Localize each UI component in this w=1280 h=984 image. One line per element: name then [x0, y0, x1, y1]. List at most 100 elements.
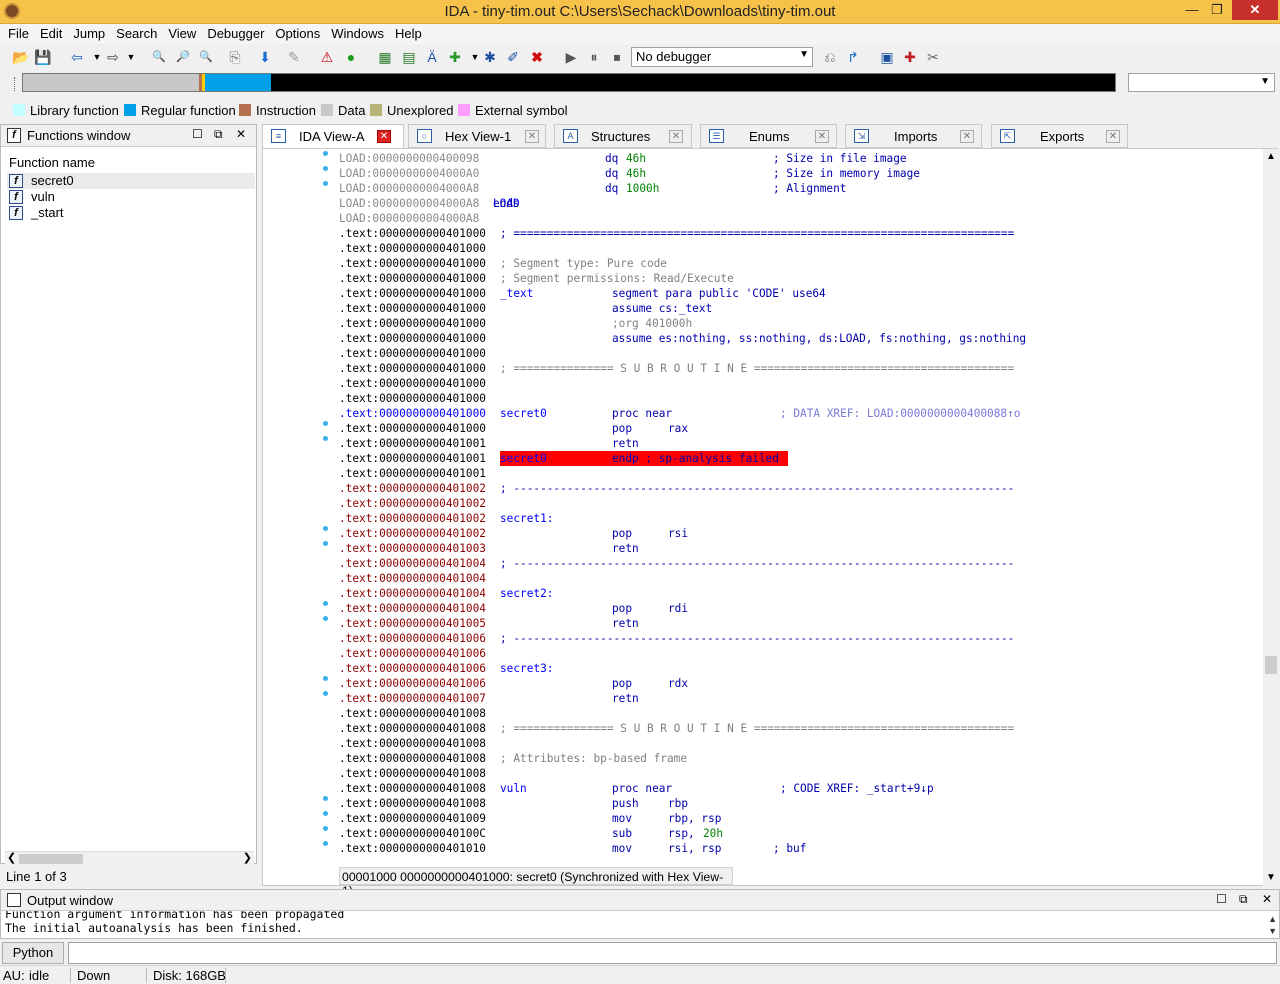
disasm-line[interactable]: .text:0000000000401006 [339, 646, 1261, 661]
menu-help[interactable]: Help [395, 24, 422, 41]
forward-dropdown-icon[interactable]: ▼ [122, 48, 140, 66]
function-item-secret0[interactable]: f secret0 [7, 173, 255, 189]
disasm-line[interactable]: .text:0000000000401000 [339, 376, 1261, 391]
disasm-line[interactable]: .text:0000000000401008 ; =============== … [339, 721, 1261, 736]
menu-debugger[interactable]: Debugger [207, 24, 264, 41]
disasm-line[interactable]: .text:0000000000401000 [339, 391, 1261, 406]
disasm-line[interactable]: .text:0000000000401000 ; Segment type: Pu… [339, 256, 1261, 271]
close-window-button[interactable]: ✕ [1232, 0, 1278, 20]
disasm-line[interactable]: .text:0000000000401001 secret0 endp ; sp-a… [339, 451, 1261, 466]
undefine-icon[interactable]: ✖ [528, 48, 546, 66]
debugger-attach-icon[interactable]: ⎌ [821, 48, 839, 66]
add-breakpoint-icon[interactable]: ✚ [901, 48, 919, 66]
pane-minimize-icon[interactable]: ☐ [1216, 892, 1227, 906]
disasm-line[interactable]: .text:0000000000401004 [339, 571, 1261, 586]
scroll-down-icon[interactable]: ▼ [1266, 872, 1276, 883]
debugger-detach-icon[interactable]: ↱ [844, 48, 862, 66]
disasm-line[interactable]: .text:0000000000401006 pop rdx [339, 676, 1261, 691]
function-item-start[interactable]: f _start [7, 205, 255, 221]
analysis-green-icon[interactable]: ● [342, 48, 360, 66]
disasm-line[interactable]: .text:0000000000401000 [339, 241, 1261, 256]
function-icon[interactable]: ✱ [481, 48, 499, 66]
create-string-icon[interactable]: Ä [423, 48, 441, 66]
navigation-band[interactable] [22, 73, 1116, 92]
scrollbar-thumb[interactable] [1265, 656, 1277, 674]
disasm-line[interactable]: .text:0000000000401000 secret0 proc near ; … [339, 406, 1261, 421]
disasm-line[interactable]: LOAD:00000000004000A8 LOAD ends [339, 196, 1261, 211]
play-icon[interactable]: ▶ [562, 48, 580, 66]
disasm-line[interactable]: .text:0000000000401008 ; Attributes: bp-b… [339, 751, 1261, 766]
disasm-line[interactable]: .text:0000000000401002 [339, 496, 1261, 511]
disasm-line[interactable]: LOAD:00000000004000A8 [339, 211, 1261, 226]
output-text[interactable]: Function argument information has been p… [5, 911, 1259, 939]
disasm-line[interactable]: .text:0000000000401002 pop rsi [339, 526, 1261, 541]
forward-arrow-icon[interactable]: ⇨ [104, 48, 122, 66]
tab-close-icon[interactable]: ✕ [669, 130, 683, 143]
disassembly-vertical-scrollbar[interactable]: ▲ ▼ [1263, 149, 1279, 887]
disasm-line[interactable]: LOAD:0000000000400098 dq 46h ; Size in file… [339, 151, 1261, 166]
open-folder-icon[interactable]: 📂 [12, 48, 30, 66]
disasm-line[interactable]: .text:0000000000401009 mov rbp, rsp [339, 811, 1261, 826]
create-data-icon[interactable]: ▤ [400, 48, 418, 66]
scroll-up-icon[interactable]: ▲ [1266, 151, 1276, 162]
disasm-line[interactable]: .text:000000000040100C sub rsp, 20h [339, 826, 1261, 841]
tab-imports[interactable]: ⇲ Imports ✕ [845, 124, 982, 148]
disasm-line[interactable]: .text:0000000000401001 retn [339, 436, 1261, 451]
back-arrow-icon[interactable]: ⇦ [68, 48, 86, 66]
disasm-line[interactable]: .text:0000000000401008 [339, 736, 1261, 751]
scrollbar-thumb[interactable] [19, 854, 83, 864]
tab-enums[interactable]: ☰ Enums ✕ [700, 124, 837, 148]
disasm-line[interactable]: .text:0000000000401003 retn [339, 541, 1261, 556]
functions-horizontal-scrollbar[interactable]: ❮ ❯ [5, 851, 254, 865]
disasm-line[interactable]: .text:0000000000401008 push rbp [339, 796, 1261, 811]
function-name-column-header[interactable]: Function name [9, 155, 95, 170]
pane-close-icon[interactable]: ✕ [1262, 892, 1272, 906]
scroll-right-icon[interactable]: ❯ [243, 851, 252, 864]
tab-close-icon[interactable]: ✕ [377, 130, 391, 143]
disasm-line[interactable]: .text:0000000000401010 mov rsi, rsp ; buf [339, 841, 1261, 856]
disasm-line[interactable]: .text:0000000000401002 ; ----------------… [339, 481, 1261, 496]
save-icon[interactable]: 💾 [34, 48, 52, 66]
tab-close-icon[interactable]: ✕ [525, 130, 539, 143]
delete-breakpoint-icon[interactable]: ✂ [924, 48, 942, 66]
search-text-icon[interactable]: 🔎 [174, 48, 192, 66]
edit-function-icon[interactable]: ✐ [504, 48, 522, 66]
disasm-line[interactable]: .text:0000000000401008 vuln proc near ; COD… [339, 781, 1261, 796]
disasm-line[interactable]: .text:0000000000401000 _text segment para … [339, 286, 1261, 301]
function-item-vuln[interactable]: f vuln [7, 189, 255, 205]
disasm-line[interactable]: .text:0000000000401008 [339, 706, 1261, 721]
python-command-input[interactable] [68, 942, 1277, 964]
disasm-line[interactable]: .text:0000000000401000 ; ================… [339, 226, 1261, 241]
disasm-line[interactable]: .text:0000000000401004 ; ----------------… [339, 556, 1261, 571]
stop-icon[interactable]: ⏹ [608, 48, 626, 66]
breakpoints-icon[interactable]: ▣ [878, 48, 896, 66]
tab-close-icon[interactable]: ✕ [815, 130, 829, 143]
output-scrollbar[interactable]: ▲ ▼ [1268, 913, 1277, 937]
create-struct-icon[interactable]: ✚ [446, 48, 464, 66]
menu-windows[interactable]: Windows [331, 24, 384, 41]
disasm-line[interactable]: .text:0000000000401004 pop rdi [339, 601, 1261, 616]
debugger-select[interactable]: No debugger ▼ [631, 47, 813, 67]
tab-close-icon[interactable]: ✕ [1106, 130, 1120, 143]
disasm-line[interactable]: .text:0000000000401000 ; =============== … [339, 361, 1261, 376]
tab-exports[interactable]: ⇱ Exports ✕ [991, 124, 1128, 148]
menu-jump[interactable]: Jump [73, 24, 105, 41]
disasm-line[interactable]: .text:0000000000401007 retn [339, 691, 1261, 706]
create-code-icon[interactable]: ▦ [376, 48, 394, 66]
pane-minimize-icon[interactable]: ☐ [192, 127, 203, 141]
menu-options[interactable]: Options [275, 24, 320, 41]
nav-combo[interactable]: ▼ [1128, 73, 1275, 92]
disasm-line[interactable]: .text:0000000000401004 secret2: [339, 586, 1261, 601]
pane-close-icon[interactable]: ✕ [236, 127, 246, 141]
disasm-line[interactable]: .text:0000000000401006 ; ----------------… [339, 631, 1261, 646]
disasm-line[interactable]: .text:0000000000401008 [339, 766, 1261, 781]
disassembly-listing[interactable]: LOAD:0000000000400098 dq 46h ; Size in file… [339, 151, 1261, 863]
menu-search[interactable]: Search [116, 24, 157, 41]
tab-structures[interactable]: A Structures ✕ [554, 124, 692, 148]
menu-edit[interactable]: Edit [40, 24, 62, 41]
disasm-line[interactable]: .text:0000000000401000 pop rax [339, 421, 1261, 436]
disasm-line[interactable]: LOAD:00000000004000A0 dq 46h ; Size in memo… [339, 166, 1261, 181]
pause-icon[interactable]: ⏸ [585, 48, 603, 66]
graph-warning-icon[interactable]: ⚠ [318, 48, 336, 66]
jump-down-icon[interactable]: ⬇ [256, 48, 274, 66]
